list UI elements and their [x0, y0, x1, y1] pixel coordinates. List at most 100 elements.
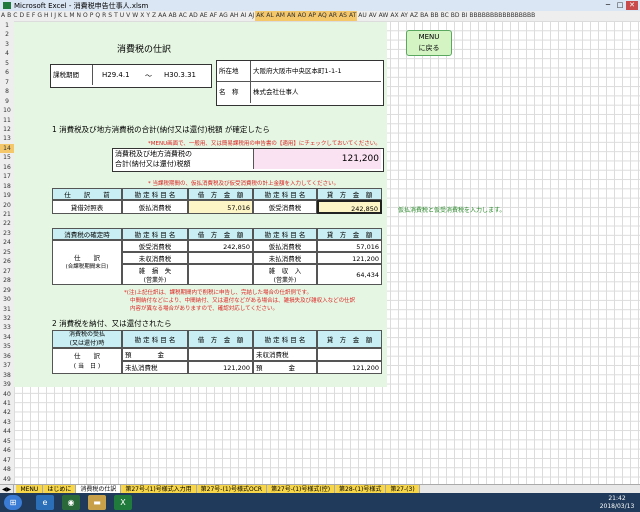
row-header[interactable]: 2 — [0, 30, 14, 39]
row-header[interactable]: 45 — [0, 437, 14, 446]
column-header[interactable]: BI — [461, 11, 469, 21]
column-header[interactable]: AC — [178, 11, 188, 21]
row-header[interactable]: 12 — [0, 125, 14, 134]
row-header[interactable]: 17 — [0, 172, 14, 181]
column-header[interactable]: G — [36, 11, 43, 21]
column-header[interactable]: BBBBBBBBBBBBBBBB — [468, 11, 536, 21]
column-header[interactable]: AF — [209, 11, 219, 21]
column-header[interactable]: AX — [389, 11, 399, 21]
row-header[interactable]: 40 — [0, 390, 14, 399]
row-header[interactable]: 21 — [0, 210, 14, 219]
column-header[interactable]: AQ — [317, 11, 328, 21]
row-header[interactable]: 44 — [0, 427, 14, 436]
row-header[interactable]: 30 — [0, 295, 14, 304]
column-header[interactable]: AN — [285, 11, 297, 21]
row-header[interactable]: 27 — [0, 267, 14, 276]
row-header[interactable]: 49 — [0, 475, 14, 484]
row-header[interactable]: 24 — [0, 238, 14, 247]
column-header[interactable]: AW — [378, 11, 390, 21]
row-header[interactable]: 37 — [0, 361, 14, 370]
row-header[interactable]: 38 — [0, 371, 14, 380]
column-header[interactable]: BA — [419, 11, 429, 21]
column-header[interactable]: BD — [450, 11, 461, 21]
column-header[interactable]: AI — [239, 11, 247, 21]
row-header[interactable]: 10 — [0, 106, 14, 115]
row-header[interactable]: 16 — [0, 163, 14, 172]
prepaid-tax-input[interactable]: 57,016 — [188, 200, 253, 214]
column-header[interactable]: AS — [338, 11, 348, 21]
row-header[interactable]: 6 — [0, 68, 14, 77]
period-from[interactable]: H29.4.1 — [102, 71, 130, 79]
row-header[interactable]: 32 — [0, 314, 14, 323]
column-header[interactable]: AE — [199, 11, 209, 21]
column-header[interactable]: AZ — [409, 11, 419, 21]
menu-return-button[interactable]: MENU に戻る — [406, 30, 452, 56]
row-header[interactable]: 18 — [0, 182, 14, 191]
column-header[interactable]: AJ — [247, 11, 255, 21]
column-header[interactable]: AT — [347, 11, 358, 21]
column-header[interactable]: AD — [188, 11, 199, 21]
column-header[interactable]: AB — [168, 11, 178, 21]
column-header[interactable]: AP — [307, 11, 318, 21]
row-header[interactable]: 43 — [0, 418, 14, 427]
excel-taskbar-icon[interactable]: X — [114, 495, 132, 510]
row-header[interactable]: 3 — [0, 40, 14, 49]
row-header[interactable]: 35 — [0, 342, 14, 351]
start-icon[interactable]: ⊞ — [4, 495, 22, 510]
column-header[interactable]: AV — [368, 11, 378, 21]
row-header[interactable]: 29 — [0, 286, 14, 295]
row-header[interactable]: 14 — [0, 143, 14, 153]
address-value[interactable]: 大阪府大阪市中央区本町1-1-1 — [251, 61, 381, 82]
column-header[interactable]: AH — [229, 11, 240, 21]
column-header[interactable]: M — [68, 11, 75, 21]
row-header[interactable]: 23 — [0, 229, 14, 238]
close-icon[interactable]: ✕ — [626, 1, 638, 10]
row-header[interactable]: 25 — [0, 248, 14, 257]
name-value[interactable]: 株式会社仕事人 — [251, 82, 381, 103]
column-header[interactable]: AK — [255, 11, 266, 21]
column-header[interactable]: D — [18, 11, 25, 21]
folder-icon[interactable]: ▬ — [88, 495, 106, 510]
maximize-icon[interactable]: □ — [614, 1, 626, 10]
column-header[interactable]: AM — [274, 11, 286, 21]
ie-icon[interactable]: e — [36, 495, 54, 510]
row-header[interactable]: 41 — [0, 399, 14, 408]
row-header[interactable]: 15 — [0, 153, 14, 162]
row-header[interactable]: 36 — [0, 352, 14, 361]
row-header[interactable]: 48 — [0, 465, 14, 474]
row-header[interactable]: 31 — [0, 305, 14, 314]
column-header[interactable]: AO — [296, 11, 308, 21]
column-header[interactable]: BC — [440, 11, 450, 21]
column-header[interactable]: AR — [327, 11, 339, 21]
row-header[interactable]: 19 — [0, 191, 14, 200]
row-header[interactable]: 39 — [0, 380, 14, 389]
row-header[interactable]: 13 — [0, 134, 14, 143]
row-header[interactable]: 8 — [0, 87, 14, 96]
column-header[interactable]: AU — [357, 11, 368, 21]
chrome-icon[interactable]: ◉ — [62, 495, 80, 510]
total-tax-value[interactable]: 121,200 — [253, 149, 381, 169]
minimize-icon[interactable]: ─ — [602, 1, 614, 10]
row-header[interactable]: 20 — [0, 201, 14, 210]
column-header[interactable]: O — [82, 11, 89, 21]
received-tax-input[interactable]: 242,850 — [317, 200, 382, 214]
row-header[interactable]: 22 — [0, 219, 14, 228]
row-header[interactable]: 11 — [0, 116, 14, 125]
column-header[interactable]: AA — [157, 11, 167, 21]
column-header[interactable]: AY — [400, 11, 409, 21]
row-header[interactable]: 7 — [0, 78, 14, 87]
column-header[interactable]: AG — [218, 11, 229, 21]
row-header[interactable]: 1 — [0, 21, 14, 30]
column-header[interactable]: BB — [429, 11, 439, 21]
row-header[interactable]: 46 — [0, 446, 14, 455]
row-header[interactable]: 26 — [0, 257, 14, 266]
row-header[interactable]: 28 — [0, 276, 14, 285]
column-header[interactable]: W — [131, 11, 139, 21]
column-header[interactable]: Q — [94, 11, 101, 21]
row-header[interactable]: 9 — [0, 97, 14, 106]
row-header[interactable]: 34 — [0, 333, 14, 342]
row-header[interactable]: 33 — [0, 323, 14, 332]
column-header[interactable]: AL — [265, 11, 275, 21]
period-to[interactable]: H30.3.31 — [164, 71, 196, 79]
row-header[interactable]: 47 — [0, 456, 14, 465]
